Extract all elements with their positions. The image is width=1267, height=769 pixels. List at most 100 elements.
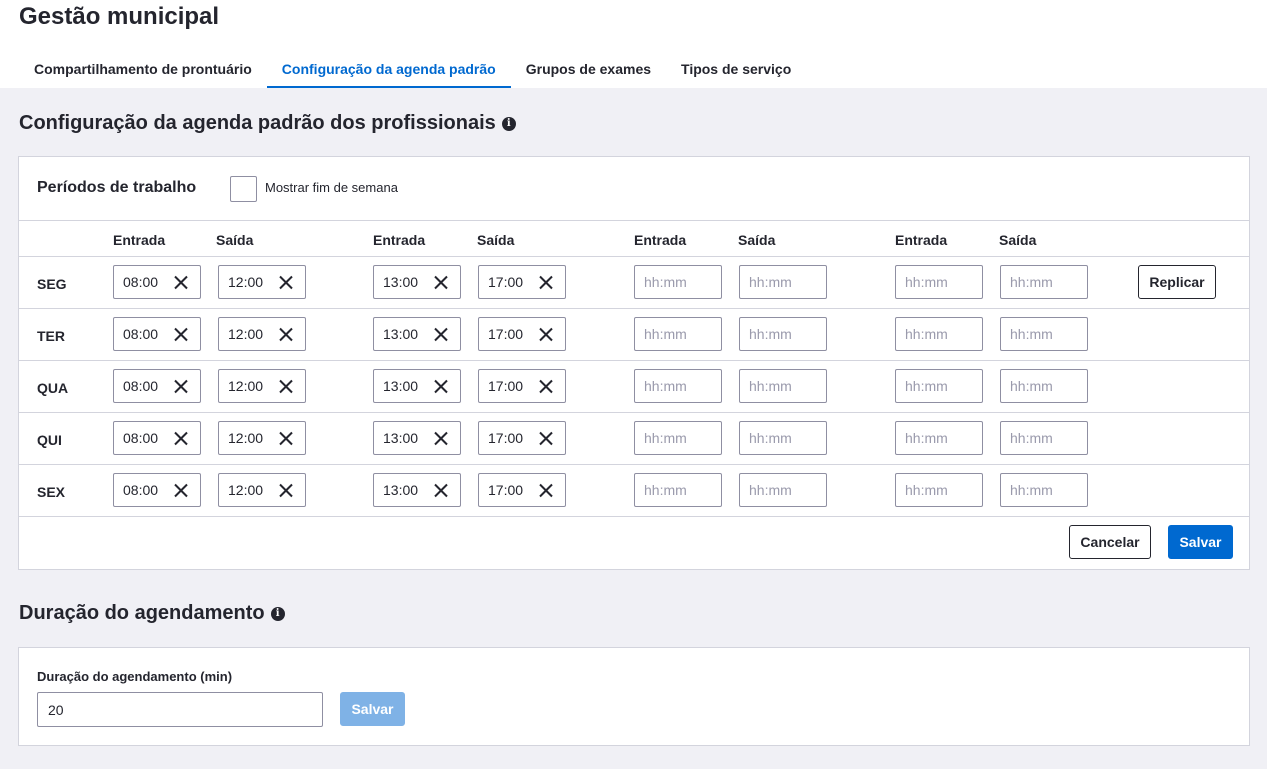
time-input-entrada-2[interactable]: 13:00 [373, 317, 461, 351]
time-placeholder: hh:mm [1010, 430, 1053, 446]
day-rows: SEG 08:00 12:00 13:00 17:00 hh:mm hh:mm hh:mm hh… [19, 257, 1249, 517]
clear-icon[interactable] [434, 275, 448, 289]
time-input-saida-2[interactable]: 17:00 [478, 473, 566, 507]
clear-icon[interactable] [174, 379, 188, 393]
clear-icon[interactable] [539, 379, 553, 393]
time-input-entrada-4[interactable]: hh:mm [895, 265, 983, 299]
column-label-saida-4: Saída [999, 232, 1037, 248]
info-icon[interactable]: i [501, 116, 516, 131]
time-placeholder: hh:mm [749, 326, 792, 342]
time-input-saida-2[interactable]: 17:00 [478, 421, 566, 455]
tab-grupos-exames[interactable]: Grupos de exames [511, 50, 666, 88]
clear-icon[interactable] [539, 431, 553, 445]
time-input-saida-4[interactable]: hh:mm [1000, 265, 1088, 299]
time-input-entrada-3[interactable]: hh:mm [634, 317, 722, 351]
time-input-saida-2[interactable]: 17:00 [478, 265, 566, 299]
time-value: 17:00 [488, 430, 524, 446]
save-duration-button[interactable]: Salvar [340, 692, 405, 726]
time-placeholder: hh:mm [905, 274, 948, 290]
clear-icon[interactable] [174, 431, 188, 445]
time-input-entrada-1[interactable]: 08:00 [113, 369, 201, 403]
time-input-saida-1[interactable]: 12:00 [218, 369, 306, 403]
clear-icon[interactable] [174, 483, 188, 497]
agenda-section-title-text: Configuração da agenda padrão dos profis… [19, 112, 496, 134]
time-input-entrada-4[interactable]: hh:mm [895, 317, 983, 351]
clear-icon[interactable] [434, 379, 448, 393]
day-row-qui: QUI 08:00 12:00 13:00 17:00 hh:mm hh:mm hh:mm hh… [19, 413, 1249, 465]
time-input-entrada-3[interactable]: hh:mm [634, 473, 722, 507]
time-input-saida-1[interactable]: 12:00 [218, 421, 306, 455]
time-placeholder: hh:mm [749, 378, 792, 394]
time-input-entrada-4[interactable]: hh:mm [895, 473, 983, 507]
time-input-saida-3[interactable]: hh:mm [739, 369, 827, 403]
clear-icon[interactable] [539, 327, 553, 341]
time-input-saida-1[interactable]: 12:00 [218, 317, 306, 351]
time-input-saida-2[interactable]: 17:00 [478, 317, 566, 351]
time-input-saida-3[interactable]: hh:mm [739, 265, 827, 299]
time-input-entrada-1[interactable]: 08:00 [113, 473, 201, 507]
time-input-saida-2[interactable]: 17:00 [478, 369, 566, 403]
time-input-saida-3[interactable]: hh:mm [739, 473, 827, 507]
time-input-entrada-3[interactable]: hh:mm [634, 421, 722, 455]
clear-icon[interactable] [434, 483, 448, 497]
time-input-entrada-2[interactable]: 13:00 [373, 421, 461, 455]
duration-input[interactable]: 20 [37, 692, 323, 727]
time-input-saida-3[interactable]: hh:mm [739, 421, 827, 455]
top-bar: Gestão municipal Compartilhamento de pro… [0, 0, 1267, 88]
time-value: 17:00 [488, 482, 524, 498]
tab-tipos-servico[interactable]: Tipos de serviço [666, 50, 806, 88]
periods-header: Períodos de trabalho Mostrar fim de sema… [19, 157, 1249, 221]
time-input-entrada-1[interactable]: 08:00 [113, 265, 201, 299]
time-input-saida-3[interactable]: hh:mm [739, 317, 827, 351]
time-value: 08:00 [123, 430, 159, 446]
clear-icon[interactable] [174, 275, 188, 289]
weekend-checkbox[interactable] [230, 176, 257, 202]
clear-icon[interactable] [279, 483, 293, 497]
clear-icon[interactable] [279, 327, 293, 341]
time-input-entrada-3[interactable]: hh:mm [634, 369, 722, 403]
time-input-saida-4[interactable]: hh:mm [1000, 369, 1088, 403]
time-input-entrada-2[interactable]: 13:00 [373, 369, 461, 403]
time-placeholder: hh:mm [644, 326, 687, 342]
clear-icon[interactable] [279, 431, 293, 445]
time-input-saida-1[interactable]: 12:00 [218, 473, 306, 507]
clear-icon[interactable] [434, 431, 448, 445]
tab-bar: Compartilhamento de prontuário Configura… [19, 50, 806, 88]
save-agenda-button[interactable]: Salvar [1168, 525, 1233, 559]
time-value: 08:00 [123, 274, 159, 290]
day-row-qua: QUA 08:00 12:00 13:00 17:00 hh:mm hh:mm hh:mm hh… [19, 361, 1249, 413]
time-input-entrada-3[interactable]: hh:mm [634, 265, 722, 299]
day-label: SEG [37, 276, 67, 292]
cancel-button[interactable]: Cancelar [1069, 525, 1151, 559]
clear-icon[interactable] [174, 327, 188, 341]
column-header-row: Entrada Saída Entrada Saída Entrada Saíd… [19, 221, 1249, 257]
time-input-entrada-4[interactable]: hh:mm [895, 369, 983, 403]
time-input-entrada-1[interactable]: 08:00 [113, 317, 201, 351]
info-icon[interactable]: i [270, 606, 285, 621]
time-value: 12:00 [228, 482, 264, 498]
tab-compartilhamento[interactable]: Compartilhamento de prontuário [19, 50, 267, 88]
time-input-saida-4[interactable]: hh:mm [1000, 421, 1088, 455]
time-input-saida-4[interactable]: hh:mm [1000, 473, 1088, 507]
time-placeholder: hh:mm [644, 378, 687, 394]
time-input-entrada-2[interactable]: 13:00 [373, 265, 461, 299]
day-label: QUA [37, 380, 69, 396]
clear-icon[interactable] [539, 483, 553, 497]
time-input-entrada-2[interactable]: 13:00 [373, 473, 461, 507]
time-input-saida-1[interactable]: 12:00 [218, 265, 306, 299]
clear-icon[interactable] [279, 379, 293, 393]
time-input-entrada-1[interactable]: 08:00 [113, 421, 201, 455]
time-input-saida-4[interactable]: hh:mm [1000, 317, 1088, 351]
clear-icon[interactable] [539, 275, 553, 289]
duration-section-title-text: Duração do agendamento [19, 602, 265, 624]
replicate-button[interactable]: Replicar [1138, 265, 1216, 299]
clear-icon[interactable] [279, 275, 293, 289]
day-label: QUI [37, 432, 62, 448]
time-value: 08:00 [123, 378, 159, 394]
time-placeholder: hh:mm [905, 482, 948, 498]
clear-icon[interactable] [434, 327, 448, 341]
time-value: 12:00 [228, 378, 264, 394]
tab-configuracao-agenda[interactable]: Configuração da agenda padrão [266, 50, 511, 88]
time-placeholder: hh:mm [905, 326, 948, 342]
time-input-entrada-4[interactable]: hh:mm [895, 421, 983, 455]
